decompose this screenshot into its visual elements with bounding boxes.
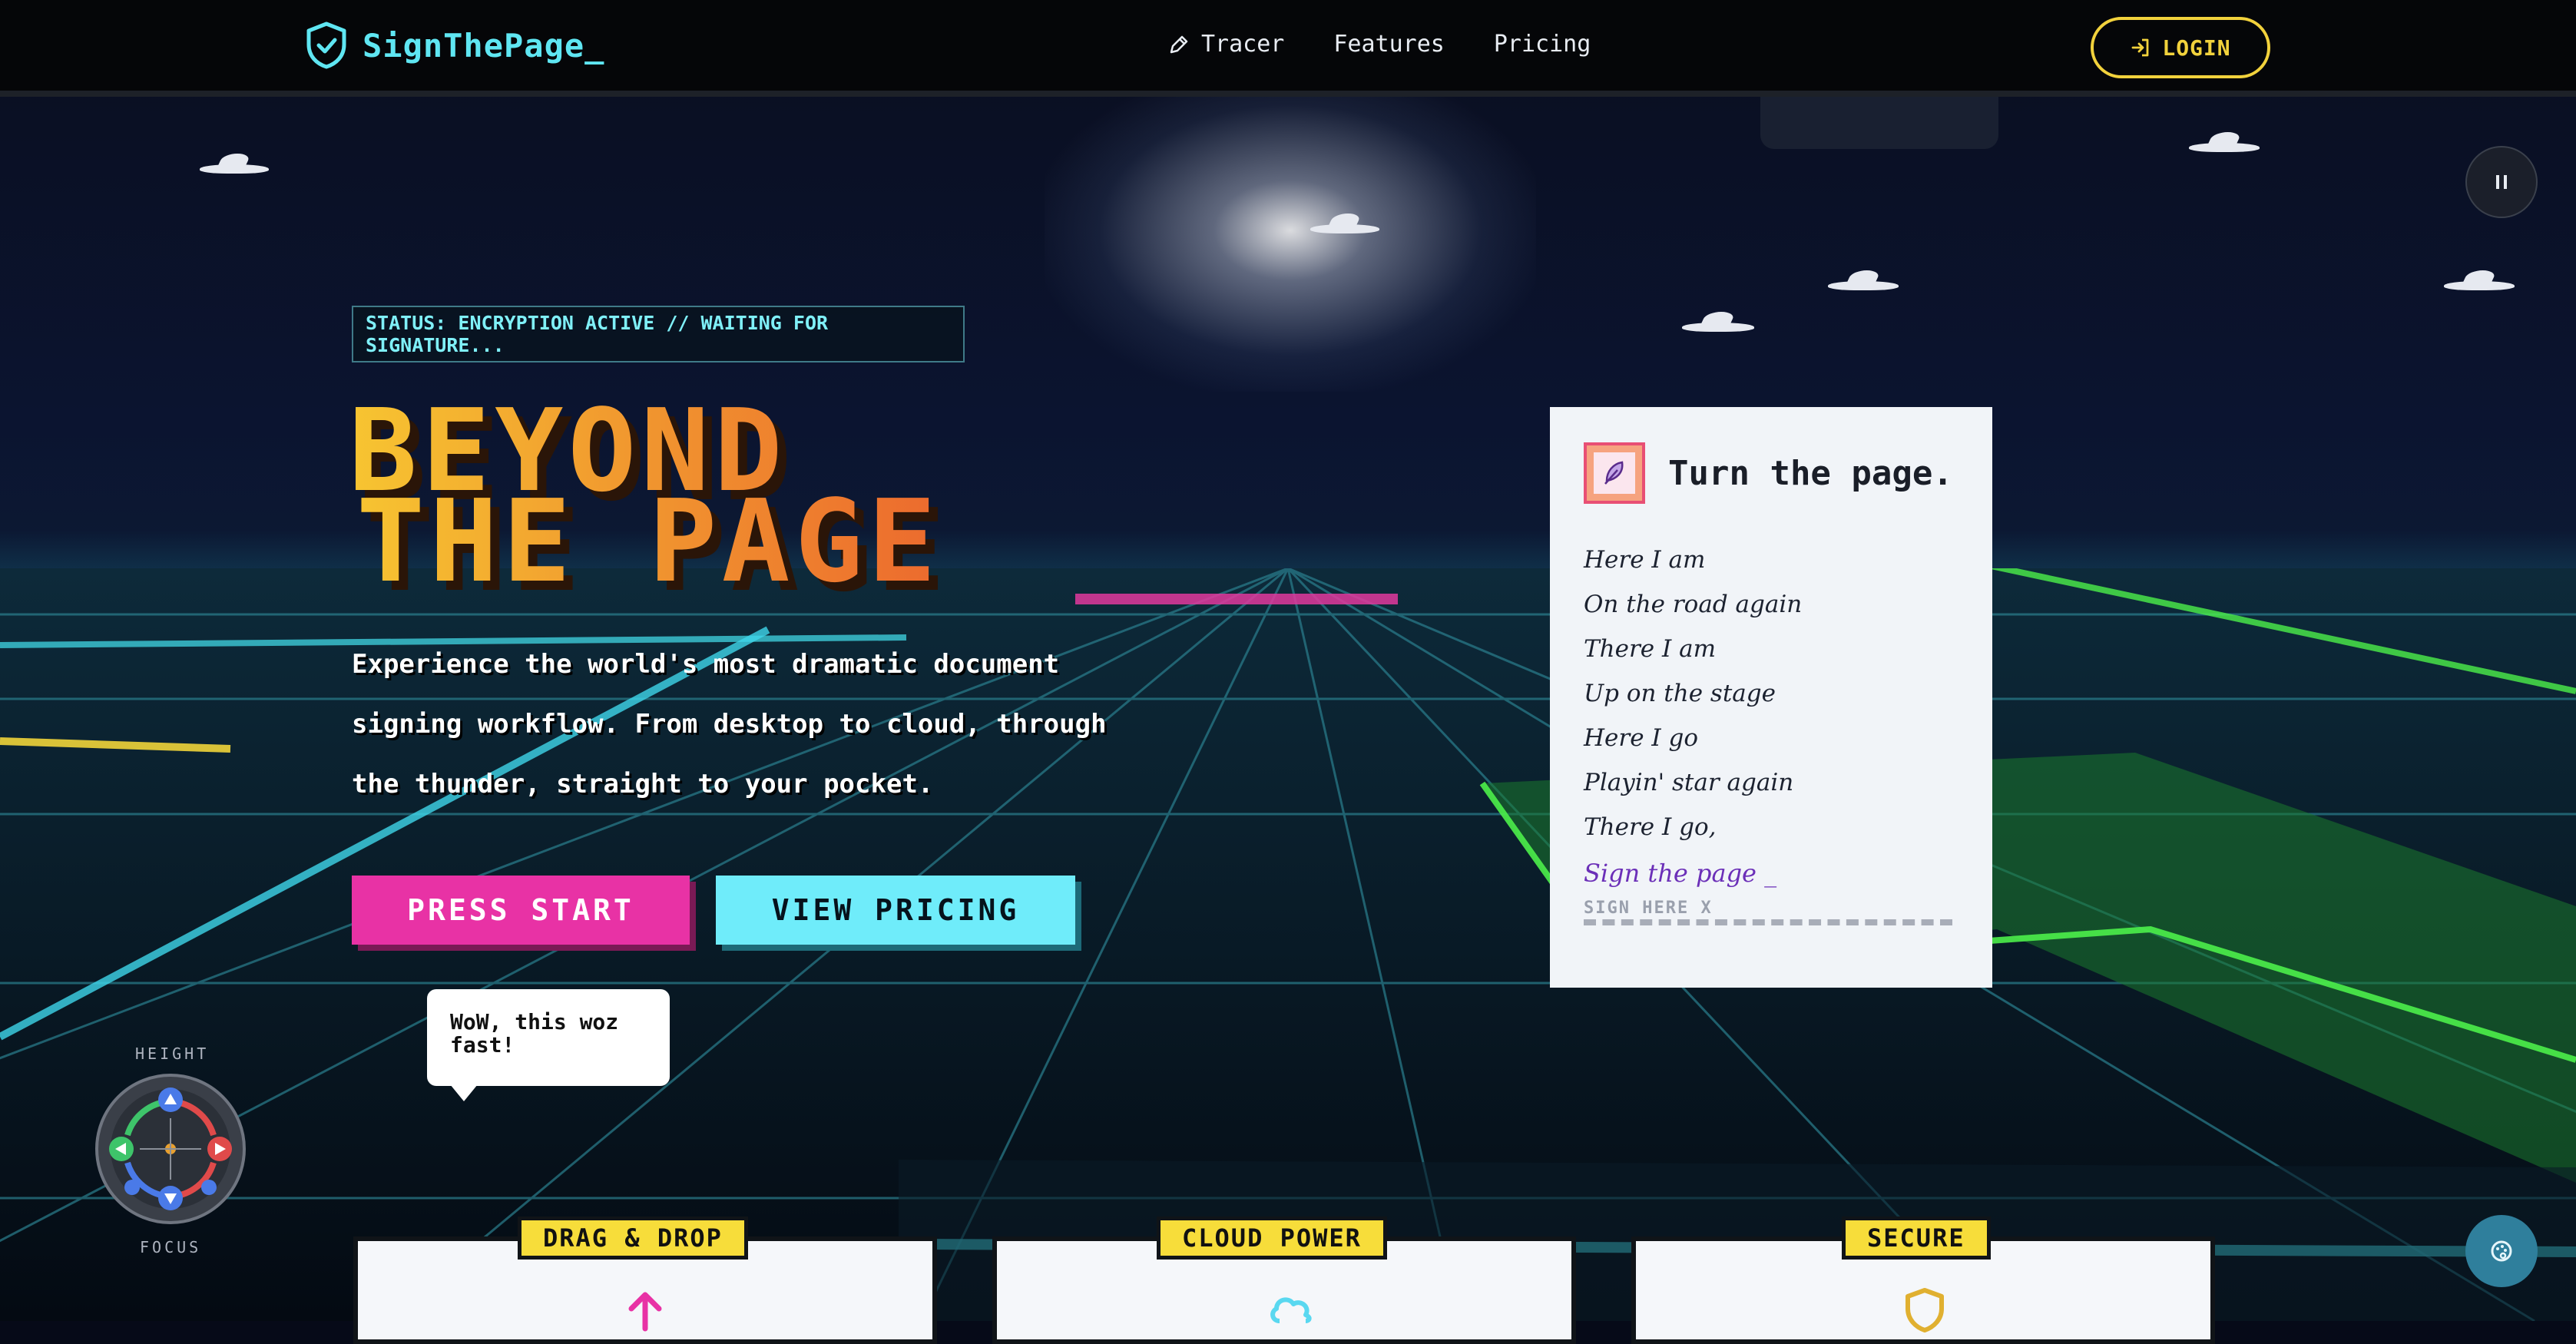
arrow-up-icon [628, 1292, 662, 1332]
poem-line: Here I go [1584, 724, 1699, 752]
bird [2444, 281, 2515, 290]
status-text: STATUS: ENCRYPTION ACTIVE // WAITING FOR… [366, 312, 829, 356]
hero-title-line-2: THE PAGE [356, 475, 941, 607]
brand-name: SignThePage_ [363, 26, 605, 65]
feature-tag-cloud-power: CLOUD POWER [1157, 1217, 1387, 1260]
feather-icon-inner [1594, 452, 1635, 494]
moon-glow [1045, 69, 1536, 392]
cloud-icon [1270, 1297, 1312, 1323]
nav-link-label: Tracer [1201, 31, 1285, 58]
sign-here-field[interactable]: SIGN HERE X [1584, 899, 1952, 925]
quill-icon [1604, 461, 1624, 485]
camera-joystick[interactable] [94, 1072, 247, 1226]
press-start-button[interactable]: PRESS START [352, 876, 690, 945]
nav-link-tracer[interactable]: Tracer [1167, 31, 1284, 58]
poem-line: Up on the stage [1584, 680, 1776, 707]
focus-label: FOCUS [140, 1238, 202, 1256]
nav-link-pricing[interactable]: Pricing [1494, 31, 1591, 58]
login-button[interactable]: LOGIN [2091, 17, 2270, 78]
poem-line: Here I am [1584, 546, 1706, 574]
sign-the-page-text: Sign the page _ [1584, 859, 1777, 888]
bird [1682, 323, 1754, 332]
feature-tag-secure: SECURE [1842, 1217, 1991, 1260]
top-navbar: SignThePage_ Tracer Features Pricing LOG… [0, 0, 2576, 97]
pen-icon [1170, 35, 1188, 53]
palette-button[interactable] [2465, 1215, 2538, 1287]
nav-links: Tracer Features Pricing [1167, 31, 1591, 58]
feather-icon [1584, 442, 1645, 504]
shield-icon [1906, 1288, 1944, 1332]
poem-line: There I go, [1584, 813, 1717, 841]
card-title: Turn the page. [1668, 453, 1953, 493]
bird [2189, 143, 2260, 152]
bird [1828, 281, 1899, 290]
view-pricing-button[interactable]: VIEW PRICING [716, 876, 1075, 945]
nav-link-label: Pricing [1493, 31, 1591, 58]
speech-bubble: WoW, this woz fast! [427, 989, 670, 1101]
status-banner: STATUS: ENCRYPTION ACTIVE // WAITING FOR… [352, 306, 965, 362]
poem-line: There I am [1584, 635, 1716, 663]
bird [200, 164, 269, 174]
login-icon [2131, 38, 2149, 57]
brand-logo[interactable]: SignThePage_ [306, 22, 604, 69]
nav-link-features[interactable]: Features [1333, 31, 1445, 58]
nav-link-label: Features [1333, 31, 1445, 58]
bird [1310, 224, 1379, 233]
card-header: Turn the page. [1584, 442, 1958, 504]
hero-description: Experience the world's most dramatic doc… [352, 649, 1107, 799]
hero-title: BEYOND THE PAGE [349, 406, 941, 587]
poem-line: Playin' star again [1584, 769, 1794, 796]
poem-text: Here I am On the road again There I am U… [1584, 538, 1958, 849]
login-label: LOGIN [2162, 35, 2231, 61]
shield-check-icon [306, 22, 346, 69]
palette-icon [2491, 1240, 2512, 1262]
pause-icon [2496, 175, 2507, 189]
poem-line: On the road again [1584, 591, 1803, 618]
height-label: HEIGHT [135, 1044, 210, 1063]
pause-button[interactable] [2465, 146, 2538, 218]
signature-card: Turn the page. Here I am On the road aga… [1550, 407, 1992, 988]
feature-tag-drag-drop: DRAG & DROP [518, 1217, 748, 1260]
